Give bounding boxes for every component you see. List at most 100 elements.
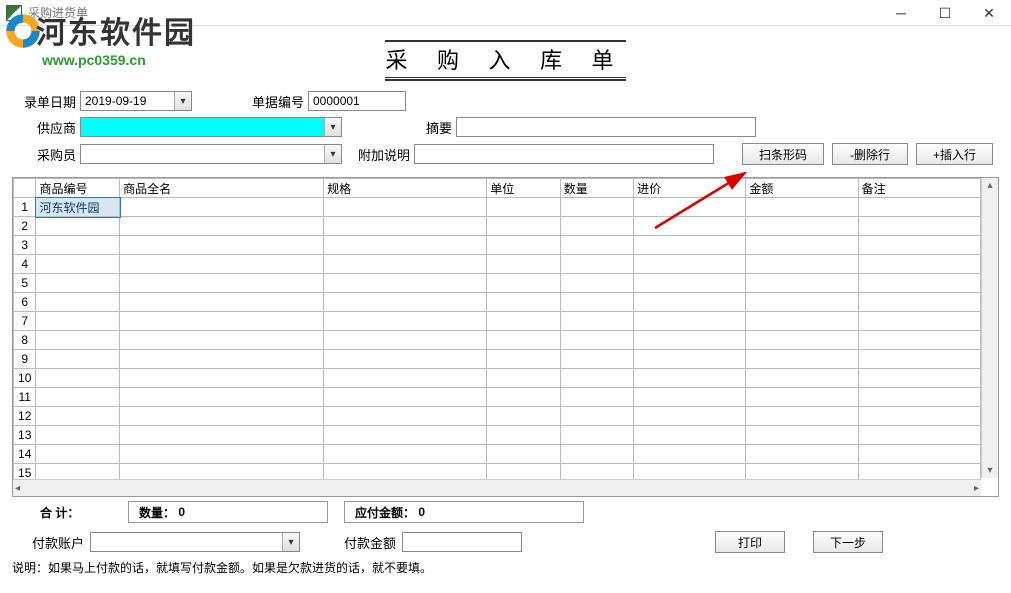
grid-cell[interactable] [324,274,487,293]
grid-cell[interactable] [324,464,487,480]
entry-date-field[interactable]: 2019-09-19 [80,91,192,111]
supplier-field[interactable] [80,117,342,137]
scroll-down-icon[interactable]: ▾ [985,463,994,478]
grid-header[interactable]: 进价 [634,179,746,198]
grid-cell[interactable] [560,464,633,480]
grid-cell[interactable] [36,312,120,331]
grid-cell[interactable] [36,255,120,274]
grid-cell[interactable] [858,369,980,388]
grid-cell[interactable] [746,388,858,407]
table-row[interactable]: 8 [14,331,981,350]
grid-cell[interactable] [746,217,858,236]
grid-cell[interactable] [858,350,980,369]
grid-cell[interactable] [634,464,746,480]
grid-cell[interactable] [487,274,560,293]
grid-cell[interactable] [560,274,633,293]
grid-cell[interactable] [324,236,487,255]
table-row[interactable]: 1河东软件园 [14,198,981,217]
maximize-button[interactable]: ☐ [923,0,967,26]
grid-cell[interactable] [858,255,980,274]
grid-cell[interactable] [858,198,980,217]
grid-header[interactable]: 金额 [746,179,858,198]
grid-cell[interactable] [487,236,560,255]
grid-cell[interactable] [746,236,858,255]
row-number[interactable]: 3 [14,236,36,255]
table-row[interactable]: 13 [14,426,981,445]
table-row[interactable]: 12 [14,407,981,426]
print-button[interactable]: 打印 [715,531,785,553]
row-number[interactable]: 13 [14,426,36,445]
buyer-field[interactable] [80,144,342,164]
grid-cell[interactable] [746,350,858,369]
grid-cell[interactable] [120,445,324,464]
table-row[interactable]: 5 [14,274,981,293]
grid-cell[interactable] [634,369,746,388]
table-row[interactable]: 6 [14,293,981,312]
grid-cell[interactable] [634,236,746,255]
grid-cell[interactable] [634,255,746,274]
doc-no-field[interactable]: 0000001 [308,91,406,111]
grid-header[interactable]: 商品编号 [36,179,120,198]
grid-cell[interactable] [324,388,487,407]
grid-cell[interactable] [560,236,633,255]
insert-row-button[interactable]: +插入行 [916,143,993,165]
scan-barcode-button[interactable]: 扫条形码 [742,143,824,165]
grid-cell[interactable] [634,293,746,312]
row-number[interactable]: 14 [14,445,36,464]
grid-cell[interactable] [36,445,120,464]
grid-cell[interactable] [120,255,324,274]
grid-cell[interactable] [120,274,324,293]
grid-cell[interactable] [560,369,633,388]
grid-cell[interactable] [560,217,633,236]
grid-cell[interactable] [120,426,324,445]
grid-cell[interactable] [324,426,487,445]
grid-cell[interactable] [746,312,858,331]
scroll-up-icon[interactable]: ▴ [985,178,994,193]
delete-row-button[interactable]: -删除行 [832,143,908,165]
grid-cell[interactable] [324,407,487,426]
grid-cell[interactable] [120,369,324,388]
table-row[interactable]: 4 [14,255,981,274]
table-row[interactable]: 11 [14,388,981,407]
grid-cell[interactable] [858,464,980,480]
grid-cell[interactable] [560,312,633,331]
grid-cell[interactable] [746,198,858,217]
table-row[interactable]: 7 [14,312,981,331]
grid-cell[interactable] [858,236,980,255]
grid-cell[interactable] [634,331,746,350]
grid-cell[interactable] [634,426,746,445]
grid-cell[interactable] [120,388,324,407]
grid-cell[interactable] [36,426,120,445]
grid-cell[interactable] [858,388,980,407]
table-row[interactable]: 14 [14,445,981,464]
row-number[interactable]: 2 [14,217,36,236]
row-number[interactable]: 9 [14,350,36,369]
horizontal-scrollbar[interactable]: ◂ ▸ [13,479,981,496]
grid-cell[interactable] [120,350,324,369]
grid-cell[interactable] [858,426,980,445]
grid-cell[interactable] [324,293,487,312]
grid-cell[interactable] [487,369,560,388]
grid-cell[interactable] [36,350,120,369]
table-row[interactable]: 9 [14,350,981,369]
grid-cell[interactable] [487,407,560,426]
grid-cell[interactable] [487,331,560,350]
grid-cell[interactable] [324,255,487,274]
grid-cell[interactable] [560,407,633,426]
grid-cell[interactable] [120,312,324,331]
grid-cell[interactable] [560,293,633,312]
grid-cell[interactable] [487,388,560,407]
grid-cell[interactable] [487,217,560,236]
grid-cell[interactable] [858,312,980,331]
row-number[interactable]: 7 [14,312,36,331]
grid-cell[interactable] [36,331,120,350]
grid-cell[interactable] [634,217,746,236]
grid-cell[interactable] [634,350,746,369]
chevron-down-icon[interactable] [324,118,341,136]
scroll-right-icon[interactable]: ▸ [972,481,981,496]
grid-cell[interactable] [120,236,324,255]
summary-field[interactable] [456,117,756,137]
grid-cell[interactable]: 河东软件园 [36,198,120,217]
grid-cell[interactable] [36,293,120,312]
grid-cell[interactable] [324,445,487,464]
